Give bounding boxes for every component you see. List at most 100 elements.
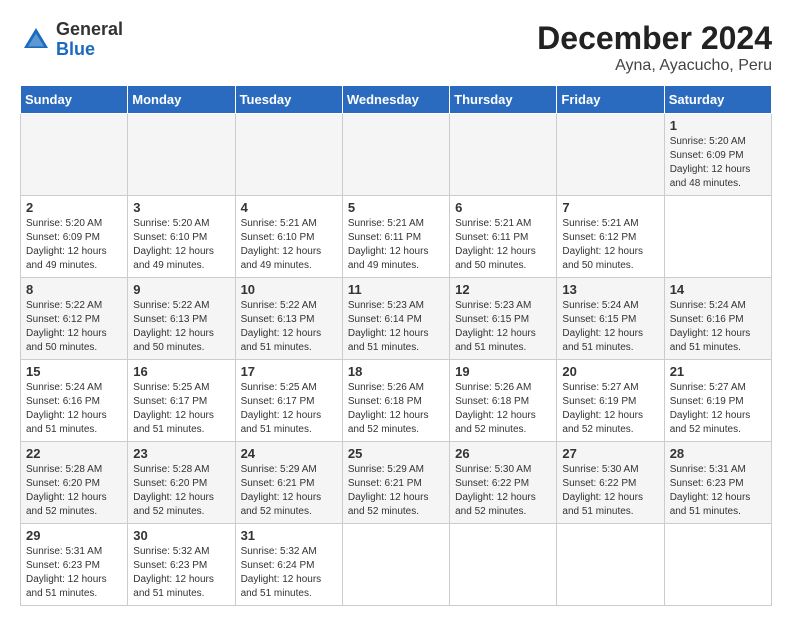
- calendar-row: 1 Sunrise: 5:20 AM Sunset: 6:09 PM Dayli…: [21, 114, 772, 196]
- calendar-cell: [664, 524, 771, 606]
- calendar-row: 15 Sunrise: 5:24 AM Sunset: 6:16 PM Dayl…: [21, 360, 772, 442]
- calendar-cell: 17 Sunrise: 5:25 AM Sunset: 6:17 PM Dayl…: [235, 360, 342, 442]
- cell-info: Sunrise: 5:22 AM Sunset: 6:13 PM Dayligh…: [241, 299, 337, 355]
- calendar-cell: 12 Sunrise: 5:23 AM Sunset: 6:15 PM Dayl…: [450, 278, 557, 360]
- cell-info: Sunrise: 5:24 AM Sunset: 6:16 PM Dayligh…: [26, 381, 122, 437]
- calendar-cell: 16 Sunrise: 5:25 AM Sunset: 6:17 PM Dayl…: [128, 360, 235, 442]
- cell-info: Sunrise: 5:20 AM Sunset: 6:09 PM Dayligh…: [26, 217, 122, 273]
- cell-info: Sunrise: 5:26 AM Sunset: 6:18 PM Dayligh…: [455, 381, 551, 437]
- cell-info: Sunrise: 5:32 AM Sunset: 6:23 PM Dayligh…: [133, 545, 229, 601]
- cell-info: Sunrise: 5:31 AM Sunset: 6:23 PM Dayligh…: [670, 463, 766, 519]
- calendar-cell: [21, 114, 128, 196]
- logo-blue: Blue: [56, 40, 123, 60]
- calendar-cell: 15 Sunrise: 5:24 AM Sunset: 6:16 PM Dayl…: [21, 360, 128, 442]
- cell-info: Sunrise: 5:26 AM Sunset: 6:18 PM Dayligh…: [348, 381, 444, 437]
- calendar-cell: 20 Sunrise: 5:27 AM Sunset: 6:19 PM Dayl…: [557, 360, 664, 442]
- day-number: 9: [133, 282, 229, 297]
- header-day: Monday: [128, 86, 235, 114]
- day-number: 17: [241, 364, 337, 379]
- day-number: 26: [455, 446, 551, 461]
- calendar-cell: 24 Sunrise: 5:29 AM Sunset: 6:21 PM Dayl…: [235, 442, 342, 524]
- logo-text: General Blue: [56, 20, 123, 60]
- calendar-cell: [342, 114, 449, 196]
- calendar-cell: 11 Sunrise: 5:23 AM Sunset: 6:14 PM Dayl…: [342, 278, 449, 360]
- calendar-cell: 27 Sunrise: 5:30 AM Sunset: 6:22 PM Dayl…: [557, 442, 664, 524]
- calendar-cell: [664, 196, 771, 278]
- cell-info: Sunrise: 5:28 AM Sunset: 6:20 PM Dayligh…: [133, 463, 229, 519]
- cell-info: Sunrise: 5:30 AM Sunset: 6:22 PM Dayligh…: [455, 463, 551, 519]
- calendar-cell: 9 Sunrise: 5:22 AM Sunset: 6:13 PM Dayli…: [128, 278, 235, 360]
- cell-info: Sunrise: 5:21 AM Sunset: 6:12 PM Dayligh…: [562, 217, 658, 273]
- day-number: 8: [26, 282, 122, 297]
- calendar-cell: 22 Sunrise: 5:28 AM Sunset: 6:20 PM Dayl…: [21, 442, 128, 524]
- cell-info: Sunrise: 5:27 AM Sunset: 6:19 PM Dayligh…: [562, 381, 658, 437]
- header-row: SundayMondayTuesdayWednesdayThursdayFrid…: [21, 86, 772, 114]
- day-number: 19: [455, 364, 551, 379]
- day-number: 21: [670, 364, 766, 379]
- cell-info: Sunrise: 5:23 AM Sunset: 6:14 PM Dayligh…: [348, 299, 444, 355]
- cell-info: Sunrise: 5:21 AM Sunset: 6:10 PM Dayligh…: [241, 217, 337, 273]
- calendar-cell: 14 Sunrise: 5:24 AM Sunset: 6:16 PM Dayl…: [664, 278, 771, 360]
- day-number: 18: [348, 364, 444, 379]
- calendar-cell: 18 Sunrise: 5:26 AM Sunset: 6:18 PM Dayl…: [342, 360, 449, 442]
- day-number: 4: [241, 200, 337, 215]
- cell-info: Sunrise: 5:21 AM Sunset: 6:11 PM Dayligh…: [348, 217, 444, 273]
- cell-info: Sunrise: 5:20 AM Sunset: 6:10 PM Dayligh…: [133, 217, 229, 273]
- day-number: 30: [133, 528, 229, 543]
- day-number: 7: [562, 200, 658, 215]
- cell-info: Sunrise: 5:29 AM Sunset: 6:21 PM Dayligh…: [241, 463, 337, 519]
- calendar-cell: 28 Sunrise: 5:31 AM Sunset: 6:23 PM Dayl…: [664, 442, 771, 524]
- day-number: 2: [26, 200, 122, 215]
- month-title: December 2024: [537, 20, 772, 57]
- day-number: 10: [241, 282, 337, 297]
- calendar-cell: [128, 114, 235, 196]
- calendar-cell: 1 Sunrise: 5:20 AM Sunset: 6:09 PM Dayli…: [664, 114, 771, 196]
- calendar-cell: 31 Sunrise: 5:32 AM Sunset: 6:24 PM Dayl…: [235, 524, 342, 606]
- cell-info: Sunrise: 5:22 AM Sunset: 6:13 PM Dayligh…: [133, 299, 229, 355]
- calendar-cell: 30 Sunrise: 5:32 AM Sunset: 6:23 PM Dayl…: [128, 524, 235, 606]
- day-number: 20: [562, 364, 658, 379]
- calendar-cell: [450, 114, 557, 196]
- calendar-cell: 7 Sunrise: 5:21 AM Sunset: 6:12 PM Dayli…: [557, 196, 664, 278]
- calendar-cell: 13 Sunrise: 5:24 AM Sunset: 6:15 PM Dayl…: [557, 278, 664, 360]
- cell-info: Sunrise: 5:21 AM Sunset: 6:11 PM Dayligh…: [455, 217, 551, 273]
- day-number: 1: [670, 118, 766, 133]
- logo-general: General: [56, 20, 123, 40]
- calendar-cell: 26 Sunrise: 5:30 AM Sunset: 6:22 PM Dayl…: [450, 442, 557, 524]
- calendar-cell: 25 Sunrise: 5:29 AM Sunset: 6:21 PM Dayl…: [342, 442, 449, 524]
- day-number: 14: [670, 282, 766, 297]
- cell-info: Sunrise: 5:25 AM Sunset: 6:17 PM Dayligh…: [241, 381, 337, 437]
- header-day: Friday: [557, 86, 664, 114]
- calendar-cell: 5 Sunrise: 5:21 AM Sunset: 6:11 PM Dayli…: [342, 196, 449, 278]
- cell-info: Sunrise: 5:22 AM Sunset: 6:12 PM Dayligh…: [26, 299, 122, 355]
- calendar-cell: 8 Sunrise: 5:22 AM Sunset: 6:12 PM Dayli…: [21, 278, 128, 360]
- page-header: General Blue December 2024 Ayna, Ayacuch…: [20, 20, 772, 75]
- header-day: Saturday: [664, 86, 771, 114]
- calendar-cell: 3 Sunrise: 5:20 AM Sunset: 6:10 PM Dayli…: [128, 196, 235, 278]
- day-number: 11: [348, 282, 444, 297]
- day-number: 22: [26, 446, 122, 461]
- day-number: 28: [670, 446, 766, 461]
- day-number: 5: [348, 200, 444, 215]
- calendar-cell: [235, 114, 342, 196]
- header-day: Wednesday: [342, 86, 449, 114]
- calendar-cell: 6 Sunrise: 5:21 AM Sunset: 6:11 PM Dayli…: [450, 196, 557, 278]
- header-day: Tuesday: [235, 86, 342, 114]
- calendar-cell: [557, 524, 664, 606]
- calendar-row: 8 Sunrise: 5:22 AM Sunset: 6:12 PM Dayli…: [21, 278, 772, 360]
- cell-info: Sunrise: 5:31 AM Sunset: 6:23 PM Dayligh…: [26, 545, 122, 601]
- cell-info: Sunrise: 5:24 AM Sunset: 6:15 PM Dayligh…: [562, 299, 658, 355]
- day-number: 25: [348, 446, 444, 461]
- calendar-row: 2 Sunrise: 5:20 AM Sunset: 6:09 PM Dayli…: [21, 196, 772, 278]
- day-number: 16: [133, 364, 229, 379]
- calendar-cell: 29 Sunrise: 5:31 AM Sunset: 6:23 PM Dayl…: [21, 524, 128, 606]
- day-number: 31: [241, 528, 337, 543]
- day-number: 24: [241, 446, 337, 461]
- day-number: 29: [26, 528, 122, 543]
- day-number: 13: [562, 282, 658, 297]
- calendar-cell: [450, 524, 557, 606]
- cell-info: Sunrise: 5:25 AM Sunset: 6:17 PM Dayligh…: [133, 381, 229, 437]
- calendar-table: SundayMondayTuesdayWednesdayThursdayFrid…: [20, 85, 772, 606]
- day-number: 27: [562, 446, 658, 461]
- logo: General Blue: [20, 20, 123, 60]
